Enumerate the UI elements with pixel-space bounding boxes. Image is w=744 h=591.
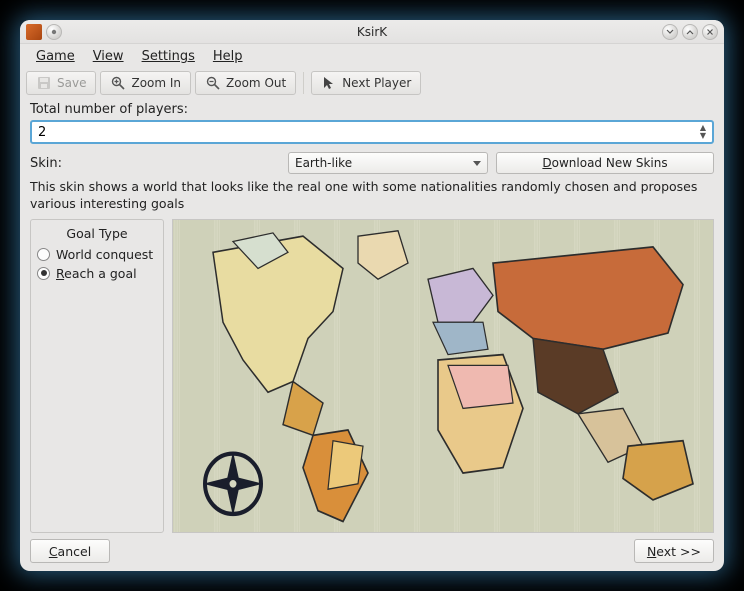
zoom-in-button[interactable]: Zoom In [100,71,191,95]
middle-row: Goal Type World conquest Reach a goal [30,219,714,533]
world-map-icon [173,220,713,532]
radio-icon [37,248,50,261]
world-map-preview [172,219,714,533]
zoom-out-button[interactable]: Zoom Out [195,71,296,95]
menu-settings[interactable]: Settings [134,47,203,66]
chevron-up-icon [686,28,694,36]
titlebar-left [26,24,62,40]
skin-description: This skin shows a world that looks like … [30,179,714,213]
save-icon [36,75,52,91]
cursor-icon [321,75,337,91]
cancel-button[interactable]: Cancel [30,539,110,563]
zoom-out-label: Zoom Out [226,76,286,90]
minimize-button[interactable] [662,24,678,40]
window-frame: KsirK Game View Settings Help Save [20,20,724,571]
menu-game[interactable]: Game [28,47,83,66]
app-icon [26,24,42,40]
players-input[interactable] [38,125,696,140]
zoom-out-icon [205,75,221,91]
titlebar: KsirK [20,20,724,44]
skin-row: Skin: Earth-like Download New Skins [30,152,714,174]
chevron-down-icon [666,28,674,36]
next-player-button[interactable]: Next Player [311,71,421,95]
download-skins-button[interactable]: Download New Skins [496,152,714,174]
save-button[interactable]: Save [26,71,96,95]
zoom-in-label: Zoom In [131,76,181,90]
maximize-button[interactable] [682,24,698,40]
toolbar-separator [303,72,304,94]
save-label: Save [57,76,86,90]
goal-type-title: Goal Type [37,226,157,241]
radio-icon [37,267,50,280]
spin-down[interactable]: ▼ [696,132,710,140]
skin-label: Skin: [30,156,280,171]
players-spinbox[interactable]: ▲ ▼ [30,120,714,144]
circle-icon [50,28,58,36]
close-icon [706,28,714,36]
toolbar: Save Zoom In Zoom Out Next Player [20,68,724,100]
radio-reach-label: Reach a goal [56,266,137,281]
window-title: KsirK [20,25,724,39]
window-menu-button[interactable] [46,24,62,40]
radio-reach-goal[interactable]: Reach a goal [37,266,157,281]
footer-row: Cancel Next >> [30,539,714,563]
next-button[interactable]: Next >> [634,539,714,563]
titlebar-right [662,24,718,40]
menubar: Game View Settings Help [20,44,724,68]
footer-spacer [110,539,634,563]
menu-help[interactable]: Help [205,47,251,66]
content-area: Total number of players: ▲ ▼ Skin: Earth… [20,100,724,571]
skin-selected-value: Earth-like [295,156,352,170]
close-button[interactable] [702,24,718,40]
next-player-label: Next Player [342,76,411,90]
radio-world-label: World conquest [56,247,153,262]
spinbox-arrows: ▲ ▼ [696,124,710,140]
radio-world-conquest[interactable]: World conquest [37,247,157,262]
skin-select[interactable]: Earth-like [288,152,488,174]
players-label: Total number of players: [30,102,714,117]
goal-type-pane: Goal Type World conquest Reach a goal [30,219,164,533]
menu-view[interactable]: View [85,47,132,66]
zoom-in-icon [110,75,126,91]
